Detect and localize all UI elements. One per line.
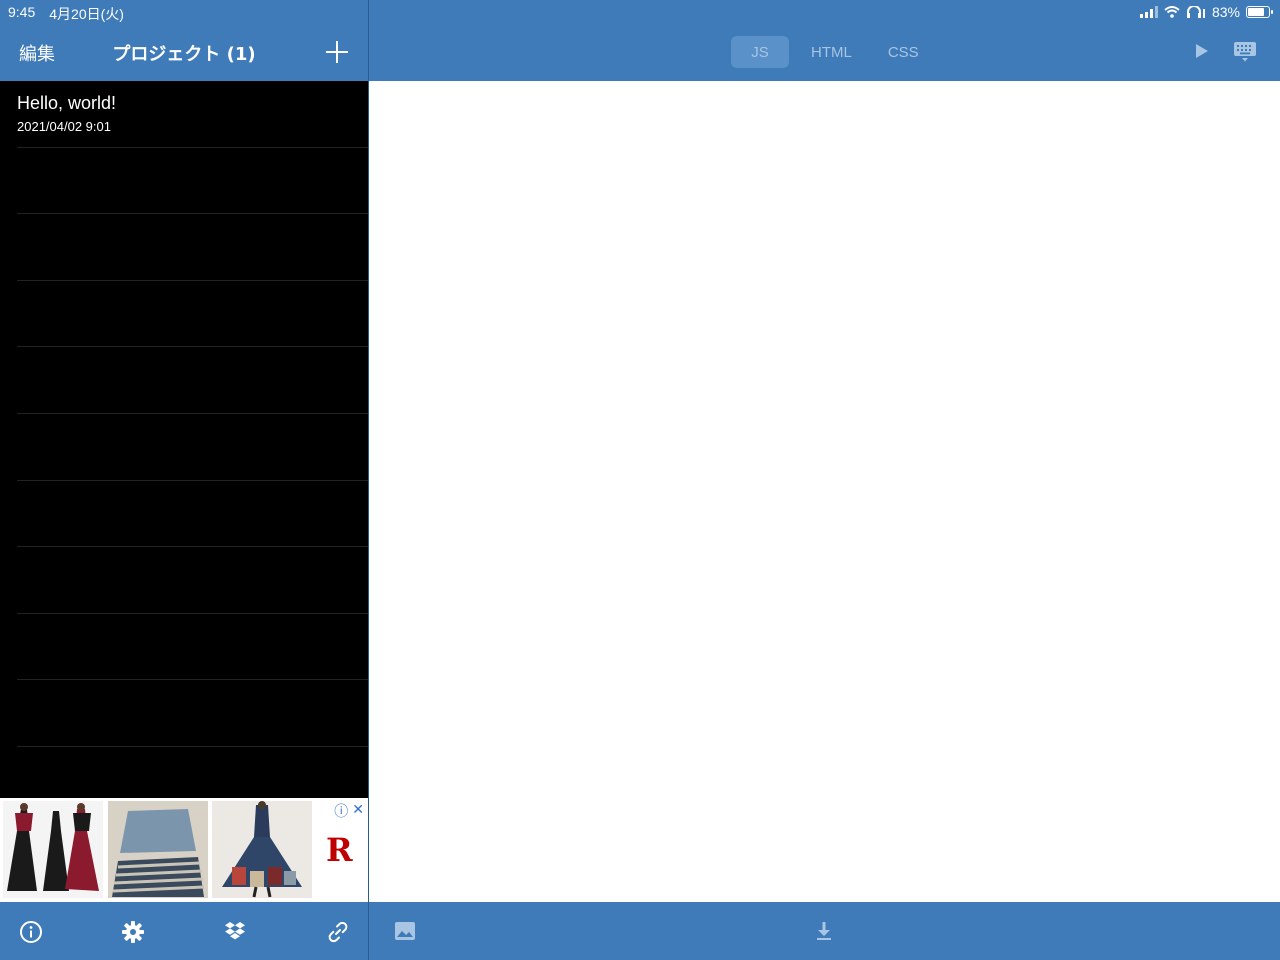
empty-row <box>17 547 368 614</box>
info-icon[interactable] <box>19 920 43 944</box>
sidebar-toolbar <box>0 902 368 960</box>
empty-row <box>17 680 368 747</box>
tab-css[interactable]: CSS <box>874 36 933 68</box>
empty-row <box>17 281 368 348</box>
empty-row <box>17 747 368 798</box>
ad-info-icon[interactable]: ⓘ <box>334 801 348 821</box>
status-bar: 9:45 4月20日(火) 83% <box>0 0 1280 24</box>
editor-toolbar <box>369 902 1280 960</box>
status-date: 4月20日(火) <box>49 6 124 22</box>
ad-banner[interactable]: ⓘ ✕ R <box>0 798 368 902</box>
ad-image-dresses[interactable] <box>3 801 103 898</box>
sidebar: 編集 プロジェクト (1) Hello, world! 2021/04/02 9… <box>0 0 368 960</box>
project-date: 2021/04/02 9:01 <box>17 119 111 134</box>
download-icon[interactable] <box>816 921 832 941</box>
dropbox-icon[interactable] <box>223 920 247 944</box>
close-icon[interactable]: ✕ <box>352 801 364 821</box>
battery-icon <box>1246 6 1273 18</box>
empty-row <box>17 148 368 215</box>
link-icon[interactable] <box>326 920 350 944</box>
add-project-button[interactable] <box>322 37 352 67</box>
play-icon[interactable] <box>1195 43 1209 59</box>
empty-row <box>17 481 368 548</box>
project-name: Hello, world! <box>17 93 117 113</box>
tab-html[interactable]: HTML <box>797 36 866 68</box>
sidebar-title: プロジェクト (1) <box>112 44 256 65</box>
headphones-icon <box>1186 6 1205 18</box>
ad-image-skirt[interactable] <box>212 801 312 898</box>
language-tabs: JS HTML CSS <box>731 36 933 68</box>
signal-icon <box>1139 6 1158 18</box>
empty-row <box>17 347 368 414</box>
project-list: Hello, world! 2021/04/02 9:01 <box>0 81 368 798</box>
project-row[interactable]: Hello, world! 2021/04/02 9:01 <box>17 81 368 148</box>
gear-icon[interactable] <box>121 920 145 944</box>
empty-row <box>17 414 368 481</box>
keyboard-icon[interactable] <box>1233 41 1257 63</box>
rakuten-logo-icon[interactable]: R <box>326 831 353 869</box>
ad-controls[interactable]: ⓘ ✕ <box>334 801 364 821</box>
empty-row <box>17 614 368 681</box>
plus-icon <box>326 41 348 63</box>
image-icon[interactable] <box>394 921 416 941</box>
battery-level <box>1248 8 1265 16</box>
empty-row <box>17 214 368 281</box>
wifi-icon <box>1164 6 1180 18</box>
battery-percent: 83% <box>1211 4 1240 20</box>
code-editor[interactable] <box>369 81 1280 902</box>
status-time: 9:45 <box>8 4 36 20</box>
ad-image-denim[interactable] <box>108 801 208 898</box>
tab-js[interactable]: JS <box>731 36 789 68</box>
